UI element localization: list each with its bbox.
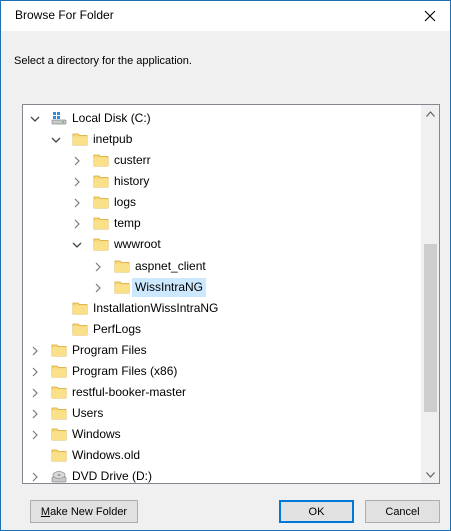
chevron-right-icon[interactable] <box>29 470 41 482</box>
tree-item-label: Users <box>72 406 104 421</box>
tree-item-dvd-drive-d[interactable]: DVD Drive (D:) <box>23 466 423 484</box>
chevron-down-icon[interactable] <box>29 112 41 124</box>
chevron-right-icon[interactable] <box>29 407 41 419</box>
chevron-right-icon[interactable] <box>71 217 83 229</box>
local-disk-icon <box>51 110 67 126</box>
scroll-thumb[interactable] <box>424 244 437 412</box>
tree-item-label: temp <box>114 216 141 231</box>
scroll-up-button[interactable] <box>422 105 439 122</box>
tree-item-temp[interactable]: temp <box>23 213 423 234</box>
tree-item-label: Local Disk (C:) <box>72 111 151 125</box>
cancel-label: Cancel <box>385 505 420 518</box>
tree-item-aspnet-client[interactable]: aspnet_client <box>23 256 423 277</box>
tree-item-label: InstallationWissIntraNG <box>93 300 219 315</box>
tree-item-label: wwwroot <box>114 237 161 252</box>
tree-item-label: Windows.old <box>72 448 141 463</box>
tree-item-label: logs <box>114 195 137 210</box>
browse-for-folder-dialog: Browse For Folder Select a directory for… <box>0 0 451 531</box>
vertical-scrollbar[interactable] <box>421 105 439 483</box>
folder-icon <box>93 236 109 252</box>
tree-item-wissintrang[interactable]: WissIntraNG <box>23 277 423 298</box>
folder-icon <box>72 131 88 147</box>
chevron-right-icon[interactable] <box>92 281 104 293</box>
tree-item-installationwissintrang[interactable]: InstallationWissIntraNG <box>23 298 423 319</box>
chevron-right-icon[interactable] <box>71 154 83 166</box>
folder-icon <box>93 194 109 210</box>
tree-item-inetpub[interactable]: inetpub <box>23 129 423 150</box>
folder-icon <box>51 447 67 463</box>
tree-item-windows-old[interactable]: Windows.old <box>23 445 423 466</box>
tree-item-label: DVD Drive (D:) <box>72 469 152 484</box>
folder-icon <box>51 405 67 421</box>
tree-item-wwwroot[interactable]: wwwroot <box>23 234 423 255</box>
tree-item-label: aspnet_client <box>135 258 206 273</box>
folder-icon <box>93 173 109 189</box>
tree-item-label: custerr <box>114 153 151 168</box>
folder-icon <box>93 152 109 168</box>
tree-item-label: Windows <box>72 427 121 442</box>
tree-item-local-disk-c[interactable]: Local Disk (C:) <box>23 108 423 129</box>
chevron-right-icon[interactable] <box>71 196 83 208</box>
tree-item-label: PerfLogs <box>93 321 142 336</box>
dialog-client: Select a directory for the application. … <box>1 31 450 530</box>
chevron-right-icon[interactable] <box>29 344 41 356</box>
tree-item-perflogs[interactable]: PerfLogs <box>23 319 423 340</box>
folder-icon <box>51 342 67 358</box>
chevron-down-icon <box>426 471 435 478</box>
tree-item-label: WissIntraNG <box>132 277 207 297</box>
folder-icon <box>72 321 88 337</box>
close-icon <box>424 10 436 22</box>
tree-item-custerr[interactable]: custerr <box>23 150 423 171</box>
folder-icon <box>72 300 88 316</box>
tree-item-users[interactable]: Users <box>23 403 423 424</box>
chevron-right-icon[interactable] <box>29 428 41 440</box>
tree-item-history[interactable]: history <box>23 171 423 192</box>
tree-item-label: Program Files <box>72 342 147 357</box>
make-new-folder-label: ake New Folder <box>50 505 128 518</box>
tree-item-logs[interactable]: logs <box>23 192 423 213</box>
folder-icon <box>51 384 67 400</box>
dvd-drive-icon <box>51 468 67 483</box>
chevron-up-icon <box>426 110 435 117</box>
chevron-right-icon[interactable] <box>29 386 41 398</box>
tree-item-label: restful-booker-master <box>72 385 187 400</box>
tree-item-program-files[interactable]: Program Files <box>23 340 423 361</box>
ok-label: OK <box>308 505 325 518</box>
folder-tree[interactable]: Local Disk (C:) inetpub custerr history logs… <box>22 104 440 484</box>
make-new-folder-button[interactable]: Make New Folder <box>30 500 138 523</box>
cancel-button[interactable]: Cancel <box>365 500 440 523</box>
ok-button[interactable]: OK <box>279 500 354 523</box>
folder-icon <box>51 363 67 379</box>
folder-icon <box>114 258 130 274</box>
folder-icon <box>93 215 109 231</box>
tree-item-windows[interactable]: Windows <box>23 424 423 445</box>
chevron-right-icon[interactable] <box>71 175 83 187</box>
tree-item-label: Program Files (x86) <box>72 363 178 378</box>
close-button[interactable] <box>412 1 448 31</box>
instruction-text: Select a directory for the application. <box>14 55 192 67</box>
chevron-right-icon[interactable] <box>92 260 104 272</box>
folder-icon <box>51 426 67 442</box>
chevron-down-icon[interactable] <box>71 238 83 250</box>
make-new-folder-accesskey: M <box>40 505 51 518</box>
chevron-down-icon[interactable] <box>50 133 62 145</box>
dialog-title: Browse For Folder <box>15 8 114 22</box>
folder-icon <box>114 279 130 295</box>
tree-item-label: inetpub <box>93 132 133 147</box>
tree-item-restful-booker-master[interactable]: restful-booker-master <box>23 382 423 403</box>
chevron-right-icon[interactable] <box>29 365 41 377</box>
title-bar: Browse For Folder <box>1 1 450 31</box>
tree-item-label: history <box>114 174 150 189</box>
tree-item-program-files-x86[interactable]: Program Files (x86) <box>23 361 423 382</box>
scroll-down-button[interactable] <box>422 466 439 483</box>
